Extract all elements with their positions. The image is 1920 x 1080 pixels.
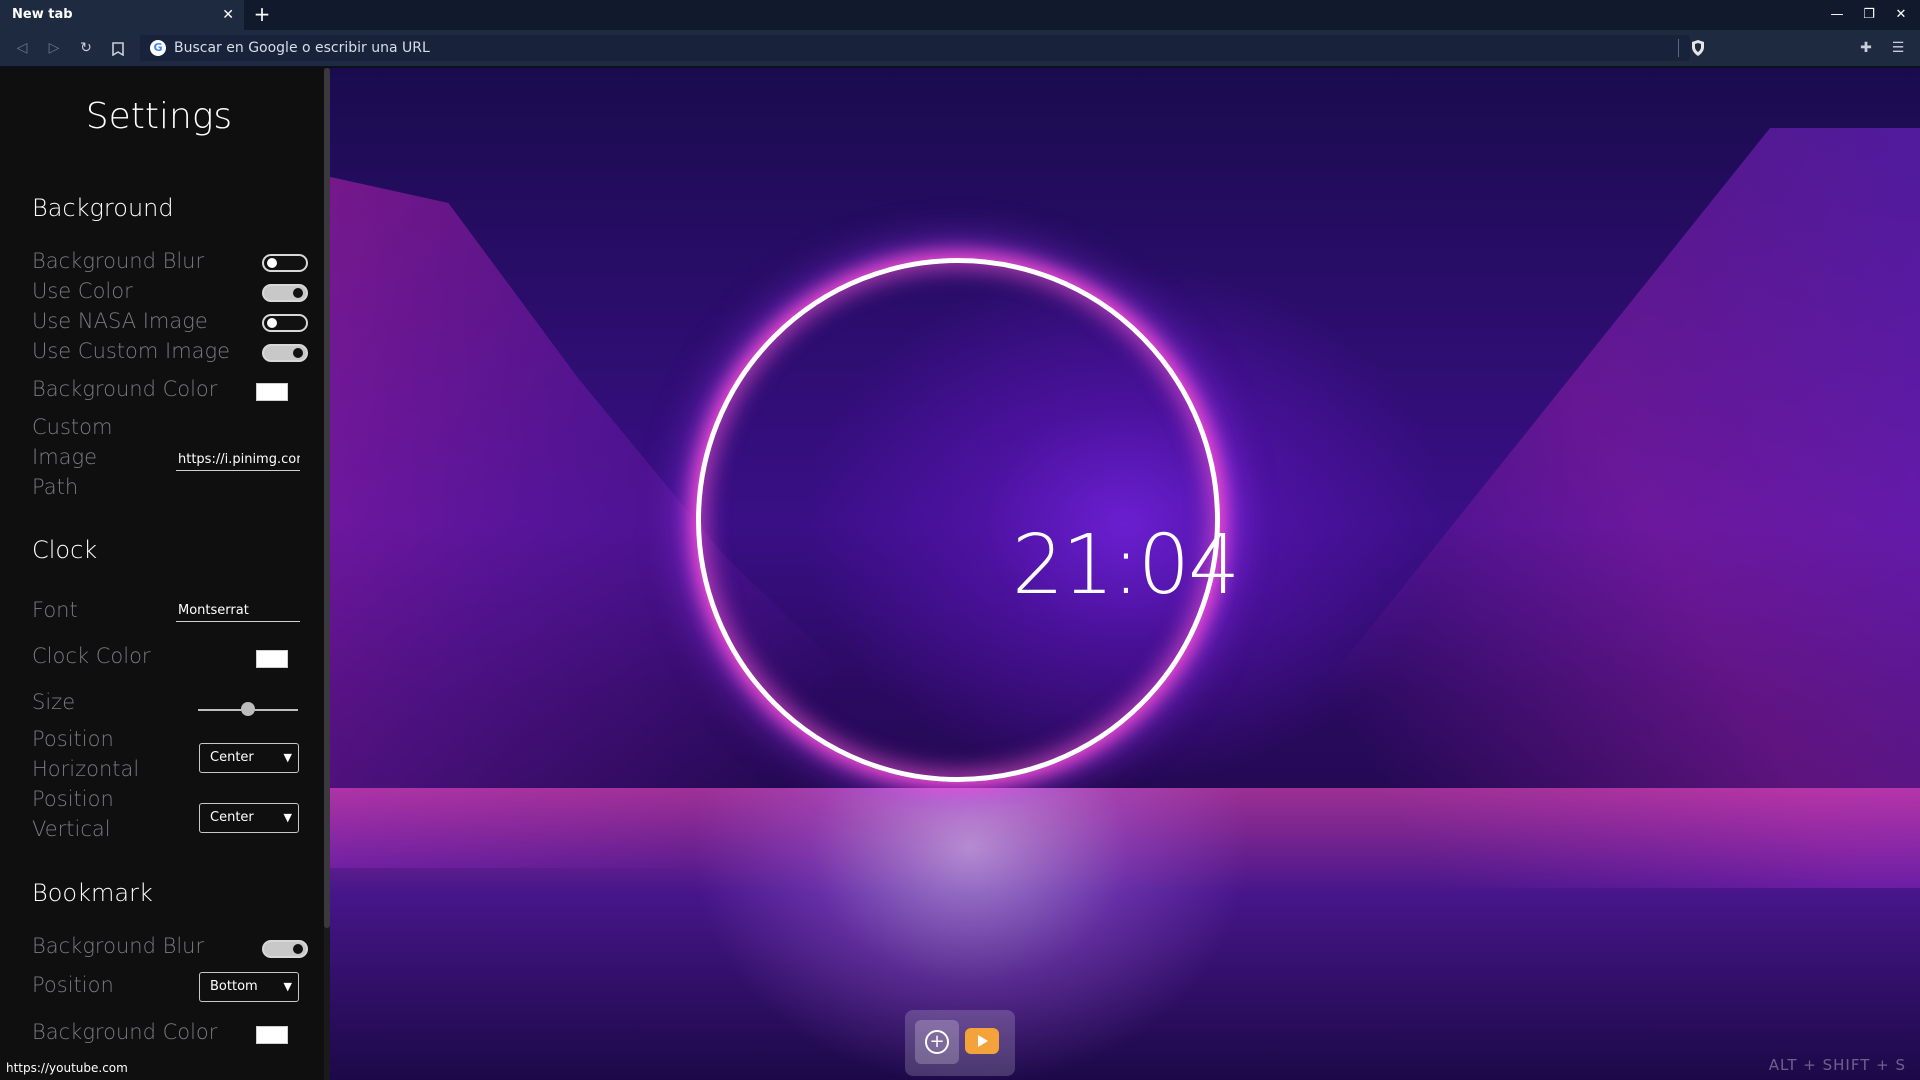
toggle-knob — [267, 258, 277, 268]
youtube-icon[interactable] — [965, 1028, 999, 1054]
custom-image-path-input[interactable] — [176, 449, 300, 471]
menu-icon[interactable]: ☰ — [1886, 30, 1910, 67]
section-background: Background — [32, 194, 174, 222]
google-icon — [150, 40, 166, 56]
custom-path-label-3: Path — [32, 475, 79, 499]
toggle-knob — [267, 318, 277, 328]
browser-toolbar: ◁ ▷ ↻ ✚ ☰ — [0, 30, 1920, 88]
size-slider-thumb[interactable] — [241, 702, 255, 716]
size-slider[interactable] — [198, 702, 298, 716]
add-bookmark-icon: + — [925, 1030, 949, 1054]
settings-panel: Settings Background Background Blur Use … — [0, 68, 330, 1080]
select-value: Center — [210, 750, 254, 765]
font-input[interactable] — [176, 600, 300, 622]
font-label: Font — [32, 598, 78, 622]
use-color-label: Use Color — [32, 279, 133, 303]
crystals-right — [1200, 128, 1920, 888]
custom-path-label-1: Custom — [32, 415, 113, 439]
clock-color-label: Clock Color — [32, 644, 151, 668]
bm-position-label: Position — [32, 973, 114, 997]
use-custom-toggle[interactable] — [262, 344, 308, 362]
scrollbar-thumb[interactable] — [324, 68, 330, 928]
tab-close-icon[interactable]: ✕ — [222, 0, 234, 30]
bg-blur-label: Background Blur — [32, 249, 205, 273]
back-icon[interactable]: ◁ — [10, 30, 34, 67]
bg-blur-toggle[interactable] — [262, 254, 308, 272]
bm-blur-toggle[interactable] — [262, 940, 308, 958]
use-color-toggle[interactable] — [262, 284, 308, 302]
position-horizontal-select[interactable]: Center ▼ — [199, 743, 299, 773]
section-clock: Clock — [32, 536, 98, 564]
bm-color-swatch[interactable] — [256, 1026, 288, 1044]
close-window-button[interactable]: ✕ — [1890, 0, 1912, 30]
bookmark-position-select[interactable]: Bottom ▼ — [199, 972, 299, 1002]
address-input[interactable] — [174, 35, 1574, 61]
toggle-knob — [293, 348, 303, 358]
size-label: Size — [32, 690, 76, 714]
bm-blur-label: Background Blur — [32, 934, 205, 958]
chevron-down-icon: ▼ — [283, 980, 292, 993]
extensions-icon[interactable]: ✚ — [1854, 30, 1878, 67]
position-vertical-select[interactable]: Center ▼ — [199, 803, 299, 833]
status-bar-url: https://youtube.com — [0, 1058, 134, 1078]
reload-icon[interactable]: ↻ — [74, 30, 98, 67]
bg-color-swatch[interactable] — [256, 383, 288, 401]
select-value: Bottom — [210, 979, 258, 994]
settings-title: Settings — [85, 96, 233, 137]
bookmark-icon[interactable] — [106, 30, 130, 67]
shortcut-hint: ALT + SHIFT + S — [1768, 1056, 1906, 1074]
address-bar[interactable] — [140, 35, 1704, 61]
pos-h-label-2: Horizontal — [32, 757, 140, 781]
toggle-knob — [293, 944, 303, 954]
bm-color-label: Background Color — [32, 1020, 218, 1044]
new-tab-button[interactable]: + — [252, 0, 272, 30]
brave-shield-icon[interactable] — [1690, 39, 1708, 57]
clock-color-swatch[interactable] — [256, 650, 288, 668]
omnibox-divider — [1678, 39, 1679, 57]
bookmark-bar: + — [905, 1010, 1015, 1076]
bg-color-label: Background Color — [32, 377, 218, 401]
pos-v-label-1: Position — [32, 787, 114, 811]
custom-path-label-2: Image — [32, 445, 98, 469]
forward-icon[interactable]: ▷ — [42, 30, 66, 67]
add-bookmark-button[interactable]: + — [915, 1020, 959, 1064]
select-value: Center — [210, 810, 254, 825]
restore-button[interactable]: ❐ — [1858, 0, 1880, 30]
tab-title: New tab — [12, 7, 73, 22]
pos-h-label-1: Position — [32, 727, 114, 751]
minimize-button[interactable]: — — [1826, 0, 1848, 30]
chevron-down-icon: ▼ — [283, 751, 292, 764]
settings-scrollbar[interactable] — [324, 68, 330, 1080]
clock-time: 21:04 — [1011, 518, 1240, 613]
use-nasa-toggle[interactable] — [262, 314, 308, 332]
use-nasa-label: Use NASA Image — [32, 309, 208, 333]
toggle-knob — [293, 288, 303, 298]
tab-new-tab[interactable]: New tab ✕ — [0, 0, 244, 30]
use-custom-label: Use Custom Image — [32, 339, 231, 363]
chevron-down-icon: ▼ — [283, 811, 292, 824]
pos-v-label-2: Vertical — [32, 817, 111, 841]
tab-strip: New tab ✕ + — ❐ ✕ — [0, 0, 1920, 30]
section-bookmark: Bookmark — [32, 879, 153, 907]
